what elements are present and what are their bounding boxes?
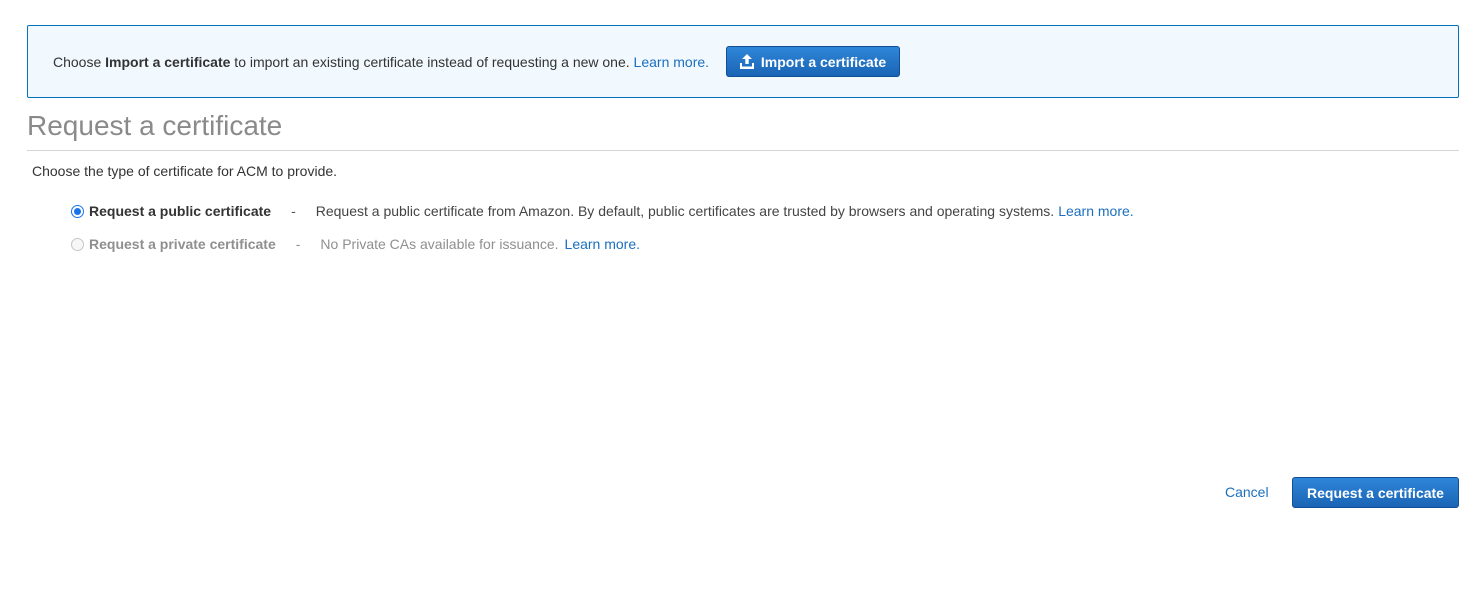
banner-learn-more-link[interactable]: Learn more. — [634, 54, 709, 70]
import-info-banner: Choose Import a certificate to import an… — [27, 25, 1459, 98]
public-certificate-learn-more-link[interactable]: Learn more. — [1058, 203, 1133, 219]
banner-text-prefix: Choose — [53, 53, 106, 70]
banner-text-suffix: to import an existing certificate instea… — [230, 53, 634, 70]
private-certificate-learn-more-link[interactable]: Learn more. — [565, 236, 640, 252]
private-certificate-description: No Private CAs available for issuance. — [320, 236, 559, 252]
cancel-button[interactable]: Cancel — [1225, 484, 1269, 500]
upload-icon — [739, 54, 754, 69]
option-public-certificate[interactable]: Request a public certificate - Request a… — [71, 203, 1134, 219]
public-certificate-description: Request a public certificate from Amazon… — [315, 203, 1055, 219]
option-separator: - — [295, 236, 301, 252]
banner-text: Choose Import a certificate to import an… — [53, 54, 709, 70]
banner-text-bold: Import a certificate — [105, 53, 231, 70]
page-subtitle: Choose the type of certificate for ACM t… — [32, 163, 338, 179]
option-private-certificate: Request a private certificate - No Priva… — [71, 236, 640, 252]
title-divider — [27, 150, 1459, 151]
public-certificate-label[interactable]: Request a public certificate — [89, 203, 271, 219]
private-certificate-label: Request a private certificate — [89, 236, 276, 252]
private-certificate-radio — [71, 237, 84, 251]
option-separator: - — [291, 203, 296, 219]
radio-selected-dot — [74, 207, 81, 215]
public-certificate-radio[interactable] — [71, 204, 84, 218]
import-certificate-button-label: Import a certificate — [760, 53, 887, 70]
page-title: Request a certificate — [27, 110, 283, 141]
request-certificate-button[interactable]: Request a certificate — [1292, 477, 1459, 508]
import-certificate-button[interactable]: Import a certificate — [726, 46, 901, 77]
